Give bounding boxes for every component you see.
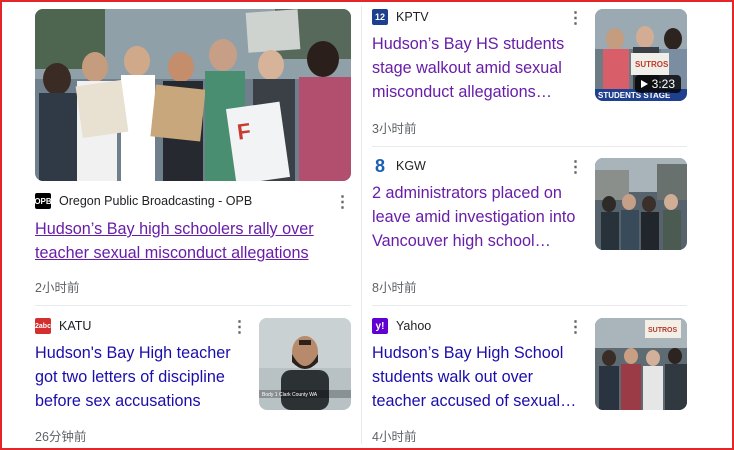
court-image: Body 1 Clark County WA — [259, 318, 351, 410]
caption-text: Body 1 Clark County WA — [262, 392, 318, 398]
source-kptv[interactable]: 12 KPTV — [372, 7, 429, 27]
video-duration: 3:23 — [634, 75, 681, 93]
court-video-still[interactable]: Body 1 Clark County WA — [259, 318, 351, 410]
source-name: KPTV — [396, 10, 429, 24]
kgw-logo-icon: 8 — [374, 155, 385, 176]
timestamp: 2小时前 — [35, 281, 80, 295]
headline-link[interactable]: Hudson’s Bay high schoolers rally over t… — [35, 217, 345, 265]
timestamp: 26分钟前 — [35, 430, 87, 444]
timestamp: 3小时前 — [372, 122, 417, 136]
source-name: Oregon Public Broadcasting - OPB — [59, 194, 253, 208]
play-icon — [640, 80, 648, 88]
divider — [372, 146, 687, 147]
headline-link[interactable]: 2 administrators placed on leave amid in… — [372, 181, 577, 253]
timestamp: 8小时前 — [372, 281, 417, 295]
more-vert-icon[interactable]: ⋮ — [567, 8, 584, 28]
source-katu[interactable]: 2abc KATU — [35, 316, 91, 336]
sign-text: SUTROS — [635, 60, 669, 69]
source-kgw[interactable]: 8 KGW — [372, 156, 426, 176]
katu-logo-icon: 2abc — [35, 318, 51, 334]
divider — [372, 305, 687, 306]
yahoo-logo-icon: y! — [372, 318, 388, 334]
source-opb[interactable]: OPB Oregon Public Broadcasting - OPB — [34, 191, 253, 211]
headline-link[interactable]: Hudson's Bay High teacher got two letter… — [35, 341, 243, 413]
column-divider — [361, 6, 362, 444]
walkout-crowd-photo[interactable]: SUTROS — [595, 318, 687, 410]
source-name: KGW — [396, 159, 426, 173]
timestamp: 4小时前 — [372, 430, 417, 444]
source-name: KATU — [59, 319, 92, 333]
more-vert-icon[interactable]: ⋮ — [334, 192, 351, 212]
divider — [35, 305, 351, 306]
walkout-image: SUTROS — [595, 318, 687, 410]
crowd-image — [595, 158, 687, 250]
headline-link[interactable]: Hudson’s Bay High School students walk o… — [372, 341, 577, 413]
more-vert-icon[interactable]: ⋮ — [567, 317, 584, 337]
source-yahoo[interactable]: y! Yahoo — [372, 316, 431, 336]
kptv-logo-icon: 12 — [372, 9, 388, 25]
students-rally-photo[interactable]: F — [35, 9, 351, 181]
students-rally-image: F — [35, 9, 351, 181]
source-name: Yahoo — [396, 319, 432, 333]
more-vert-icon[interactable]: ⋮ — [567, 157, 584, 177]
sign-text: SUTROS — [648, 327, 678, 334]
opb-logo-icon: OPB — [34, 193, 52, 209]
more-vert-icon[interactable]: ⋮ — [231, 317, 248, 337]
crowd-outside-school-photo[interactable] — [595, 158, 687, 250]
walkout-video-thumbnail[interactable]: SUTROS STUDENTS STAGE 3:23 — [595, 9, 687, 101]
headline-link[interactable]: Hudson’s Bay HS students stage walkout a… — [372, 32, 577, 104]
